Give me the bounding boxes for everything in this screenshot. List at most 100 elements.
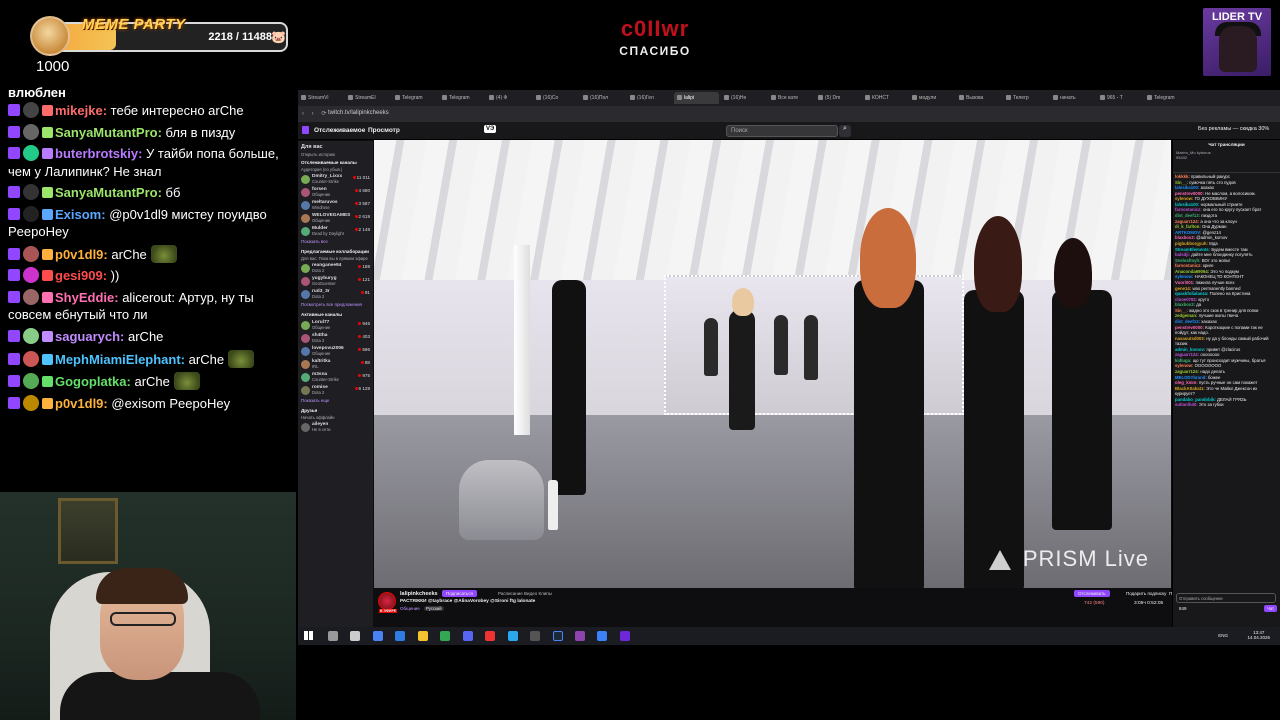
channel-name[interactable]: lalipinkcheeks bbox=[400, 591, 438, 597]
telegram-icon[interactable] bbox=[507, 631, 518, 641]
stream-category[interactable]: Общение bbox=[400, 606, 420, 611]
collab-see-all[interactable]: Посмотреть все предложения bbox=[298, 301, 373, 310]
chat-username[interactable]: Gogoplatka: bbox=[55, 374, 131, 389]
chat-line-user[interactable]: Anaconda69064: bbox=[1175, 269, 1209, 274]
obs-icon[interactable] bbox=[395, 631, 406, 641]
sidebar-channel-item[interactable]: rud3_3r Dota 2 91 bbox=[298, 288, 373, 301]
sidebar-channel-item[interactable]: romise Dota 26 128 bbox=[298, 384, 373, 397]
chat-line-user[interactable]: sylenow: bbox=[1175, 196, 1193, 201]
taskbar-clock[interactable]: 13:47 14.04.2026 bbox=[1247, 630, 1270, 640]
keyboard-language[interactable]: ENG bbox=[1218, 633, 1228, 638]
chrome-icon[interactable] bbox=[440, 631, 451, 641]
browser-tab[interactable]: 965 - Т bbox=[1097, 92, 1142, 104]
chat-username[interactable]: ShyEddie: bbox=[55, 290, 119, 305]
chat-line-user[interactable]: blaxbox3: bbox=[1175, 302, 1195, 307]
address-bar[interactable]: ‹ › ⟳ twitch.tv/lalipinkcheeks bbox=[298, 106, 1280, 122]
chat-line-user[interactable]: lokkkk: bbox=[1175, 174, 1190, 179]
search-input[interactable]: Поиск bbox=[726, 125, 838, 137]
vpn-badge[interactable]: VЭ bbox=[484, 125, 497, 133]
chat-line-user[interactable]: pandabo_pandobik: bbox=[1175, 397, 1216, 402]
browser-tab[interactable]: Вызова bbox=[956, 92, 1001, 104]
browser-tab[interactable]: Telegram bbox=[392, 92, 437, 104]
follow-button[interactable]: Подписаться bbox=[442, 590, 477, 597]
chat-line-user[interactable]: BlackAttakat1: bbox=[1175, 386, 1205, 391]
chat-line-user[interactable]: oleg_kmm: bbox=[1175, 380, 1198, 385]
search-icon[interactable]: ⌕ bbox=[839, 125, 851, 137]
chat-line-user[interactable]: ARTKOMOV: bbox=[1175, 230, 1201, 235]
windows-start-icon[interactable] bbox=[304, 631, 313, 640]
browser-tab[interactable]: Телегр bbox=[1003, 92, 1048, 104]
discord-icon[interactable] bbox=[462, 631, 473, 641]
chat-line-user[interactable]: clooe0782: bbox=[1175, 297, 1197, 302]
chat-line-user[interactable]: balsdji: bbox=[1175, 252, 1190, 257]
sidebar-channel-item[interactable]: reanganee94 Dota 2 188 bbox=[298, 262, 373, 275]
leaderboard-user-2[interactable]: kyburus bbox=[1197, 150, 1211, 155]
chat-line-user[interactable]: dist_deef13: bbox=[1175, 319, 1200, 324]
browser-tab[interactable]: модули bbox=[909, 92, 954, 104]
twitch-logo-icon[interactable] bbox=[302, 126, 309, 134]
chat-line-user[interactable]: zedgeman: bbox=[1175, 313, 1197, 318]
chat-line-user[interactable]: penstrev0000: bbox=[1175, 325, 1204, 330]
chat-line-user[interactable]: farnostanicz: bbox=[1175, 263, 1202, 268]
ads-free-promo[interactable]: Без рекламы — скидка 30% bbox=[1198, 126, 1269, 132]
folder-icon[interactable] bbox=[417, 631, 428, 641]
opera-icon[interactable] bbox=[485, 631, 496, 641]
sidebar-channel-item[interactable]: forsen Общение 4 680 bbox=[298, 186, 373, 199]
sidebar-channel-item[interactable]: Lorul77 Общение 946 bbox=[298, 319, 373, 332]
chat-line-user[interactable]: lalosika100: bbox=[1175, 185, 1199, 190]
chat-username[interactable]: SanyaMutantPro: bbox=[55, 125, 162, 140]
chat-line-user[interactable]: zaguarr124: bbox=[1175, 352, 1199, 357]
task-view-icon[interactable] bbox=[350, 631, 361, 641]
language-tag[interactable]: Русский bbox=[424, 606, 444, 611]
channel-avatar[interactable] bbox=[378, 592, 396, 610]
chat-line-user[interactable]: penstrev0000: bbox=[1175, 191, 1204, 196]
sidebar-channel-item[interactable]: yugyburyg GeoGuesser 121 bbox=[298, 275, 373, 288]
chat-line-user[interactable]: zaguarr124: bbox=[1175, 369, 1199, 374]
sidebar-channel-item[interactable]: lovepovu2006 Общение 596 bbox=[298, 345, 373, 358]
chat-line-user[interactable]: Sin__: bbox=[1175, 308, 1188, 313]
chat-line-user[interactable]: sultanlh40: bbox=[1175, 402, 1198, 407]
steam-icon[interactable] bbox=[552, 631, 563, 641]
sidebar-channel-item[interactable]: m3sna Counter-Strike 975 bbox=[298, 371, 373, 384]
sidebar-channel-item[interactable]: kaltritka IRL 88 bbox=[298, 358, 373, 371]
browser-tab[interactable]: Telegram bbox=[1144, 92, 1189, 104]
gift-sub-button[interactable]: Подарить подписку bbox=[1126, 591, 1166, 596]
browser-tab[interactable]: lalipi bbox=[674, 92, 719, 104]
chat-line-user[interactable]: di_k_farlton: bbox=[1175, 224, 1201, 229]
explorer-icon[interactable] bbox=[372, 631, 383, 641]
chat-username[interactable]: p0v1dl9: bbox=[55, 396, 108, 411]
address-url[interactable]: twitch.tv/lalipinkcheeks bbox=[328, 110, 389, 116]
browser-tab[interactable]: StreamVi bbox=[298, 92, 343, 104]
chat-username[interactable]: MephMiamiElephant: bbox=[55, 352, 185, 367]
chat-line-user[interactable]: farnostanicz: bbox=[1175, 207, 1202, 212]
app-icon[interactable] bbox=[597, 631, 608, 641]
browser-tab[interactable]: (16)Co bbox=[533, 92, 578, 104]
chat-username[interactable]: SanyaMutantPro: bbox=[55, 185, 162, 200]
sidebar-channel-item[interactable]: sh4tha Dota 2 403 bbox=[298, 332, 373, 345]
chat-username[interactable]: gesi909: bbox=[55, 268, 107, 283]
friend-item[interactable]: aileyen Не в сети bbox=[298, 421, 373, 434]
browser-tab[interactable]: StreamEl bbox=[345, 92, 390, 104]
browser-tab[interactable]: (5) Dm bbox=[815, 92, 860, 104]
sidebar-channel-item[interactable]: Mulder Dead by Daylight 2 148 bbox=[298, 225, 373, 238]
browser-tab[interactable]: (16)Не bbox=[721, 92, 766, 104]
browser-tab[interactable]: (16)Пол bbox=[580, 92, 625, 104]
chat-username[interactable]: saguarych: bbox=[55, 329, 124, 344]
browser-tab[interactable]: начать bbox=[1050, 92, 1095, 104]
chat-line-user[interactable]: pigbubborgyuh: bbox=[1175, 241, 1208, 246]
chat-line-user[interactable]: sylenow: bbox=[1175, 363, 1193, 368]
app-icon[interactable] bbox=[619, 631, 630, 641]
chat-line-user[interactable]: sylenow: bbox=[1175, 274, 1193, 279]
app-icon[interactable] bbox=[574, 631, 585, 641]
browser-tab[interactable]: КОНСТ bbox=[862, 92, 907, 104]
chat-line-user[interactable]: StreamElements: bbox=[1175, 247, 1210, 252]
channel-links[interactable]: Расписание Видео Клипы bbox=[498, 591, 552, 596]
chat-line-user[interactable]: dist_deef13: bbox=[1175, 213, 1200, 218]
chat-line-user[interactable]: blaxbox3: bbox=[1175, 235, 1195, 240]
chat-username[interactable]: p0v1dl9: bbox=[55, 247, 108, 262]
nav-arrows-icon[interactable]: ‹ › ⟳ bbox=[302, 110, 329, 117]
chat-username[interactable]: mikejke: bbox=[55, 103, 107, 118]
channel-points[interactable]: 849 bbox=[1179, 606, 1187, 611]
chat-line-user[interactable]: lalosika100: bbox=[1175, 202, 1199, 207]
chat-line-user[interactable]: naxaoutsd003: bbox=[1175, 336, 1205, 341]
